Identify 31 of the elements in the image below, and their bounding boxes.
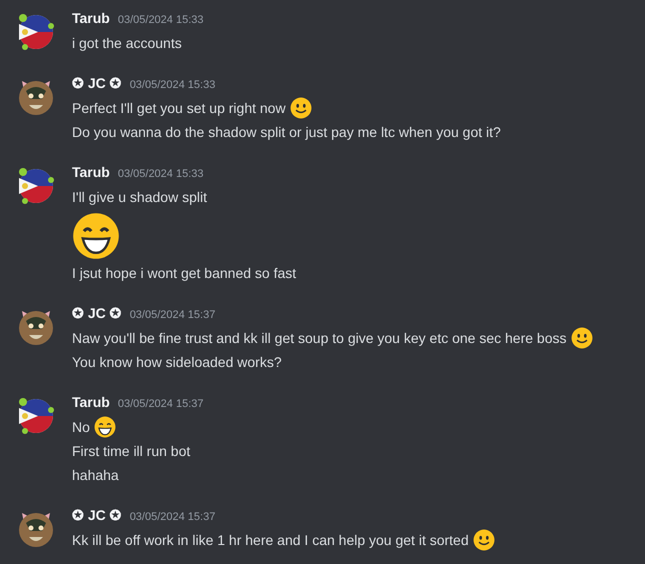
username[interactable]: Tarub (72, 164, 110, 180)
message-text: Perfect I'll get you set up right now (72, 100, 286, 116)
username[interactable]: ✪ JC ✪ (72, 75, 122, 91)
username[interactable]: ✪ JC ✪ (72, 507, 122, 523)
username[interactable]: ✪ JC ✪ (72, 305, 122, 321)
username[interactable]: Tarub (72, 394, 110, 410)
message-text: I'll give u shadow split (72, 189, 207, 205)
grinning-face-icon (72, 212, 120, 260)
username[interactable]: Tarub (72, 10, 110, 26)
message-text: I jsut hope i wont get banned so fast (72, 265, 296, 281)
grinning-face-icon (94, 416, 116, 438)
message-text: First time ill run bot (72, 443, 190, 459)
smiling-face-icon (290, 97, 312, 119)
avatar-icon[interactable] (16, 12, 56, 52)
smiling-face-icon (472, 529, 495, 551)
timestamp: 03/05/2024 15:33 (118, 168, 204, 180)
message-text: No (72, 419, 90, 435)
smiling-face-icon (570, 327, 592, 349)
timestamp: 03/05/2024 15:33 (130, 79, 216, 91)
avatar-icon[interactable] (16, 396, 56, 436)
timestamp: 03/05/2024 15:33 (118, 14, 204, 26)
timestamp: 03/05/2024 15:37 (118, 398, 204, 410)
message-text: i got the accounts (72, 35, 182, 51)
timestamp: 03/05/2024 15:37 (130, 511, 216, 523)
message-text: Kk ill be off work in like 1 hr here and I can help you get it sorted (72, 532, 469, 548)
message-text: hahaha (72, 467, 119, 483)
message-text: You know how sideloaded works? (72, 354, 282, 370)
message-text: Naw you'll be fine trust and kk ill get soup to give you key etc one sec here boss (72, 330, 566, 346)
timestamp: 03/05/2024 15:37 (130, 309, 216, 321)
message-text: Do you wanna do the shadow split or just pay me ltc when you got it? (72, 124, 501, 140)
avatar-icon[interactable] (16, 166, 56, 206)
